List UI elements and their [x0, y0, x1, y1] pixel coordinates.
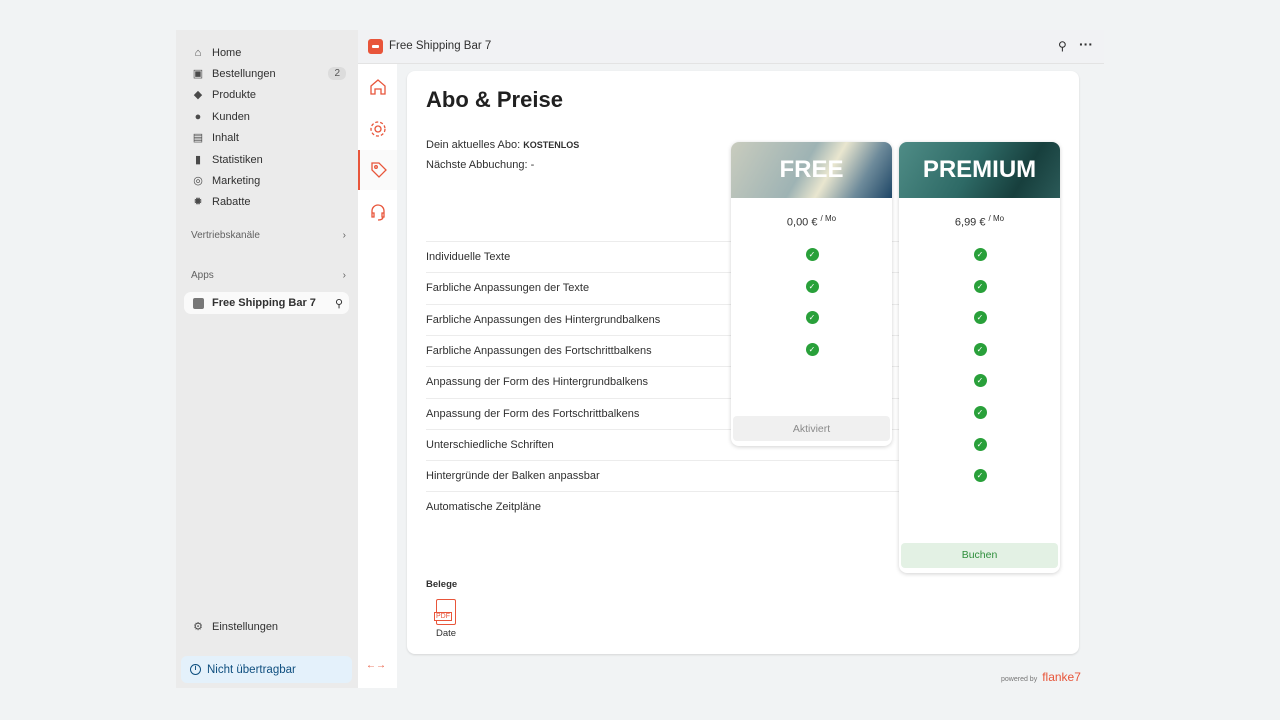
book-button[interactable]: Buchen [901, 542, 1058, 568]
chevron-right-icon: › [342, 270, 346, 281]
receipts-title: Belege [426, 579, 458, 590]
headset-icon [370, 204, 385, 221]
check-icon: ✓ [805, 279, 819, 293]
collapse-arrows-icon[interactable]: ←→ [366, 660, 386, 671]
sidebar-item-app[interactable]: Free Shipping Bar 7 ⚲ [184, 292, 349, 314]
discount-icon: ✹ [193, 196, 203, 209]
current-plan: Dein aktuelles Abo: KOSTENLOS [426, 139, 580, 151]
check-icon: ✓ [973, 311, 987, 325]
receipt-pdf[interactable]: PDF Date [433, 599, 459, 639]
plan-name: FREE [731, 142, 892, 198]
sidebar-item-settings[interactable]: ⚙ Einstellungen [192, 616, 350, 637]
content-icon: ▤ [192, 132, 204, 145]
check-icon: ✓ [973, 406, 987, 419]
check-icon: ✓ [973, 437, 987, 451]
check-icon: ✓ [973, 374, 987, 388]
pricing-card: Abo & Preise Dein aktuelles Abo: KOSTENL… [407, 71, 1079, 654]
chevron-right-icon: › [342, 230, 346, 241]
sidebar: ⌂ Home ▣ Bestellungen 2 ◆ Produkte ● Kunden ▤ Inha… [176, 30, 358, 688]
sales-channels[interactable]: Vertriebskanäle › [191, 230, 346, 241]
more-icon[interactable]: ··· [1079, 36, 1093, 52]
feature-row: Hintergründe der Balken anpassbar [426, 460, 901, 491]
tag-icon: ◆ [193, 89, 203, 102]
non-transferable-notice[interactable]: i Nicht übertragbar [181, 656, 352, 683]
plan-premium: PREMIUM 6,99 € / Mo ✓ ✓ ✓ ✓ ✓ ✓ ✓ ✓ Buchen [899, 142, 1060, 573]
app-logo-icon [368, 39, 383, 54]
sidebar-item-home[interactable]: ⌂ Home [192, 42, 350, 63]
check-icon: ✓ [805, 311, 819, 325]
sidebar-item-produkte[interactable]: ◆ Produkte [192, 85, 350, 106]
app-icon [193, 297, 204, 309]
next-billing: Nächste Abbuchung: - [426, 159, 535, 171]
inbox-icon: ▣ [192, 67, 204, 80]
rail-settings[interactable] [358, 109, 397, 149]
target-icon: ◎ [193, 174, 203, 187]
rail-pricing[interactable] [358, 150, 397, 190]
tag-icon [370, 162, 387, 178]
apps-section[interactable]: Apps › [191, 270, 346, 281]
home-icon [369, 79, 386, 95]
plan-price: 0,00 € / Mo [786, 214, 837, 229]
app-nav-rail: ←→ [358, 64, 397, 688]
gear-icon [369, 121, 386, 137]
bar-chart-icon: ▮ [194, 153, 202, 166]
pin-icon[interactable]: ⚲ [335, 297, 343, 310]
rail-home[interactable] [358, 67, 397, 107]
sidebar-item-inhalt[interactable]: ▤ Inhalt [192, 128, 350, 149]
count-badge: 2 [328, 67, 346, 81]
info-icon: i [190, 664, 201, 675]
pin-icon[interactable]: ⚲ [1058, 39, 1067, 53]
check-icon: ✓ [973, 279, 987, 293]
check-icon: ✓ [805, 248, 819, 261]
sidebar-item-statistiken[interactable]: ▮ Statistiken [192, 149, 350, 170]
rail-support[interactable] [358, 192, 397, 232]
check-icon: ✓ [973, 469, 987, 483]
home-icon: ⌂ [194, 46, 202, 59]
sidebar-item-kunden[interactable]: ● Kunden [192, 106, 350, 127]
plan-name: PREMIUM [899, 142, 1060, 198]
sidebar-item-rabatte[interactable]: ✹ Rabatte [192, 192, 350, 213]
pdf-icon: PDF [434, 599, 456, 625]
plan-free: FREE 0,00 € / Mo ✓ ✓ ✓ ✓ Aktiviert [731, 142, 892, 447]
check-icon: ✓ [805, 342, 819, 356]
person-icon: ● [194, 110, 202, 123]
sidebar-item-bestellungen[interactable]: ▣ Bestellungen 2 [192, 63, 350, 84]
plan-price: 6,99 € / Mo [954, 214, 1005, 229]
gear-icon: ⚙ [193, 620, 203, 633]
check-icon: ✓ [973, 248, 987, 261]
activated-button[interactable]: Aktiviert [733, 416, 890, 442]
app-header: Free Shipping Bar 7 ⚲ ··· [358, 30, 1104, 64]
check-icon: ✓ [973, 342, 987, 356]
sidebar-item-marketing[interactable]: ◎ Marketing [192, 170, 350, 191]
powered-by: powered by flanke7 [1001, 670, 1081, 684]
page-title: Abo & Preise [426, 87, 563, 112]
feature-row: Automatische Zeitpläne [426, 491, 901, 522]
app-title: Free Shipping Bar 7 [389, 40, 492, 52]
